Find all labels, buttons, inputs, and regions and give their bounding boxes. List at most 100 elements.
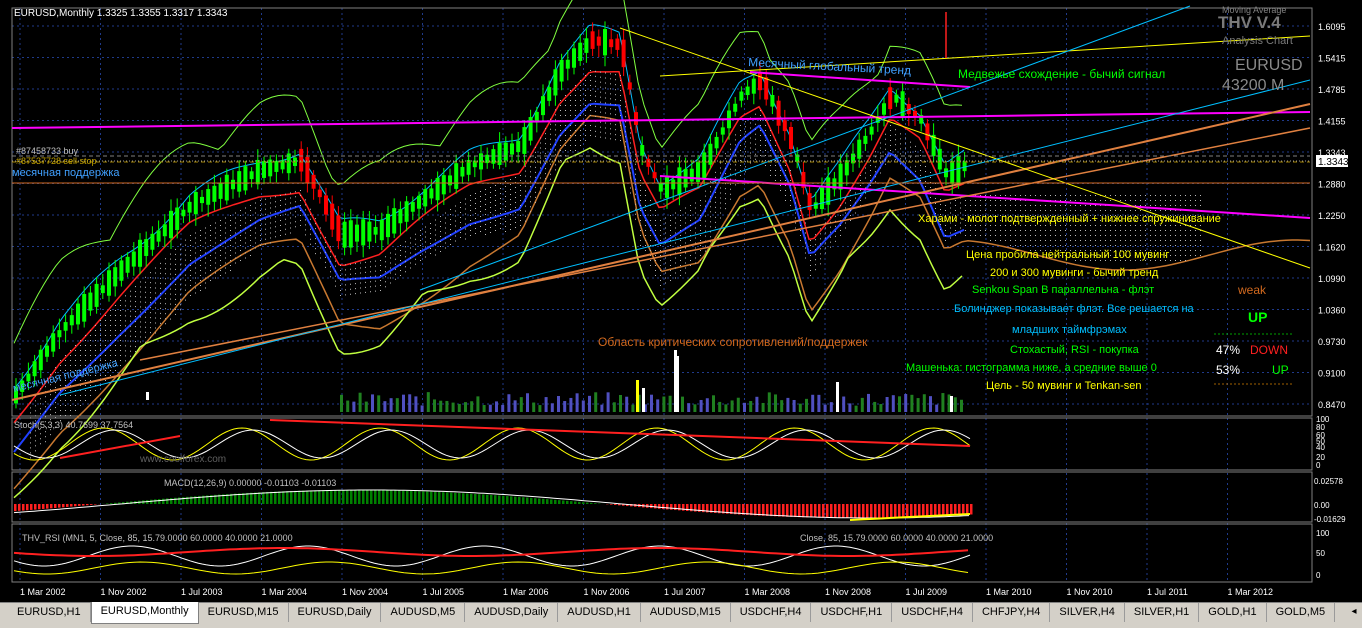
candle-body — [386, 213, 390, 238]
kumo-dot — [220, 230, 221, 231]
kumo-dot — [585, 100, 586, 101]
kumo-dot — [405, 246, 406, 248]
kumo-dot — [380, 290, 381, 291]
kumo-dot — [1090, 210, 1091, 211]
kumo-dot — [600, 131, 601, 133]
macd-bar — [858, 504, 861, 518]
chart-tab-audusd-h1[interactable]: AUDUSD,H1 — [558, 603, 641, 622]
kumo-dot — [585, 135, 586, 136]
kumo-dot — [645, 230, 646, 231]
kumo-dot — [175, 283, 176, 285]
kumo-dot — [285, 208, 286, 210]
candle-body — [107, 270, 111, 296]
kumo-dot — [240, 245, 241, 246]
kumo-dot — [550, 168, 551, 170]
kumo-dot — [720, 197, 721, 199]
kumo-dot — [895, 154, 896, 156]
chart-tab-eurusd-monthly[interactable]: EURUSD,Monthly — [90, 602, 199, 624]
chart-tab-audusd-m15[interactable]: AUDUSD,M15 — [641, 603, 731, 622]
kumo-dot — [125, 305, 126, 307]
kumo-dot — [820, 258, 821, 260]
kumo-dot — [620, 80, 621, 81]
kumo-dot — [195, 282, 196, 284]
kumo-dot — [240, 255, 241, 256]
kumo-dot — [710, 216, 711, 218]
kumo-dot — [740, 160, 741, 161]
chart-tab-usdchf-h4[interactable]: USDCHF,H4 — [892, 603, 973, 622]
kumo-dot — [520, 195, 521, 196]
chart-tab-audusd-m5[interactable]: AUDUSD,M5 — [381, 603, 466, 622]
chart-tab-audusd-daily[interactable]: AUDUSD,Daily — [465, 603, 559, 622]
kumo-dot — [1070, 210, 1071, 211]
kumo-dot — [295, 201, 296, 203]
chart-tab-usdchf-h1[interactable]: USDCHF,H1 — [811, 603, 893, 622]
kumo-dot — [995, 240, 996, 241]
kumo-dot — [625, 111, 626, 113]
candle-body — [460, 166, 465, 177]
volume-bar — [693, 404, 697, 412]
kumo-dot — [675, 242, 676, 244]
kumo-dot — [440, 241, 441, 242]
kumo-dot — [1105, 235, 1106, 236]
kumo-dot — [350, 268, 351, 270]
kumo-dot — [170, 308, 171, 310]
chart-window[interactable]: 1.6095 1.5415 1.4785 1.4155 1.3343 1.2880 1.22… — [0, 0, 1362, 602]
kumo-dot — [475, 218, 476, 219]
kumo-dot — [865, 172, 866, 174]
chart-tab-chfjpy-h4[interactable]: CHFJPY,H4 — [973, 603, 1051, 622]
kumo-dot — [260, 240, 261, 241]
kumo-dot — [45, 396, 46, 398]
kumo-dot — [185, 279, 186, 281]
macd-bar — [750, 504, 753, 516]
kumo-dot — [540, 137, 541, 139]
kumo-dot — [1145, 200, 1146, 201]
tab-scroll-left-icon[interactable]: ◂ — [1346, 603, 1362, 617]
kumo-dot — [660, 280, 661, 281]
volume-bar — [625, 396, 629, 412]
kumo-dot — [330, 266, 331, 268]
kumo-dot — [1000, 195, 1001, 196]
kumo-dot — [645, 245, 646, 246]
volume-bar — [389, 398, 393, 412]
kumo-dot — [1075, 210, 1076, 211]
kumo-dot — [720, 207, 721, 209]
kumo-dot — [860, 190, 861, 191]
macd-bar — [106, 503, 109, 504]
kumo-dot — [755, 113, 756, 115]
kumo-dot — [1100, 235, 1101, 236]
chart-tab-gold-h1[interactable]: GOLD,H1 — [1199, 603, 1267, 622]
kumo-dot — [100, 355, 101, 356]
kumo-dot — [1160, 195, 1161, 196]
kumo-dot — [200, 245, 201, 246]
candle-body — [572, 48, 576, 68]
kumo-dot — [720, 172, 721, 174]
kumo-dot — [935, 203, 936, 204]
kumo-dot — [535, 166, 536, 168]
volume-bar — [563, 401, 567, 412]
kumo-dot — [575, 135, 576, 136]
chart-tab-eurusd-h1[interactable]: EURUSD,H1 — [8, 603, 91, 622]
kumo-dot — [480, 216, 481, 217]
chart-tab-eurusd-m15[interactable]: EURUSD,M15 — [199, 603, 289, 622]
kumo-dot — [90, 355, 91, 356]
chart-tab-eurusd-daily[interactable]: EURUSD,Daily — [289, 603, 382, 622]
chart-tab-usdchf-h4[interactable]: USDCHF,H4 — [731, 603, 812, 622]
candle-body — [237, 171, 242, 192]
kumo-dot — [1015, 240, 1016, 241]
kumo-dot — [1160, 225, 1161, 226]
kumo-dot — [140, 331, 141, 333]
macd-bar — [338, 490, 341, 504]
chart-tab-silver-h1[interactable]: SILVER,H1 — [1125, 603, 1200, 622]
kumo-dot — [570, 140, 571, 141]
kumo-dot — [1165, 230, 1166, 231]
macd-bar — [910, 504, 913, 518]
kumo-dot — [440, 246, 441, 247]
chart-tab-silver-h4[interactable]: SILVER,H4 — [1050, 603, 1125, 622]
kumo-dot — [1185, 195, 1186, 196]
kumo-dot — [690, 260, 691, 261]
kumo-dot — [560, 115, 561, 116]
price-chart-canvas[interactable]: 1.60951.54151.47851.41551.33431.28801.22… — [0, 0, 1362, 602]
chart-tab-gold-m5[interactable]: GOLD,M5 — [1267, 603, 1336, 622]
kumo-dot — [615, 129, 616, 131]
candle-body — [441, 175, 446, 195]
